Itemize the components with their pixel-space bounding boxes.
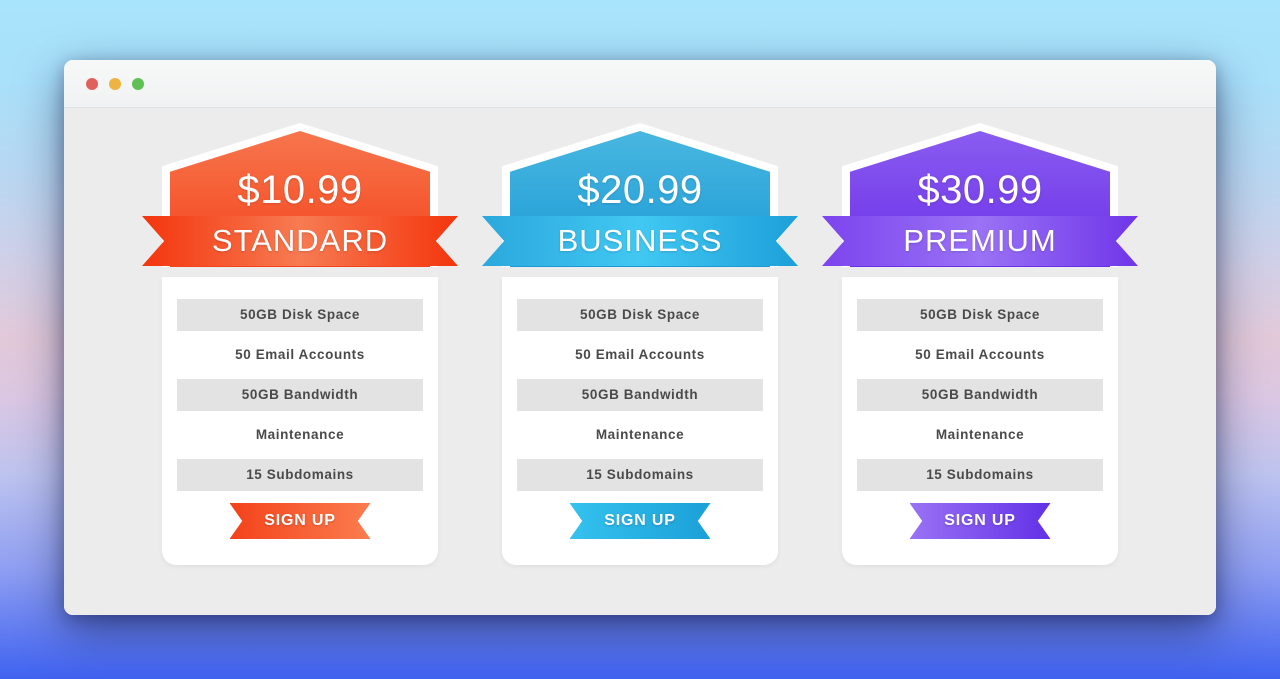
pricing-card-standard: $10.99 STANDARD 50GB Disk Space 50 Email Ac… [142, 123, 458, 565]
feature-row: Maintenance [857, 419, 1103, 451]
plan-price: $10.99 [237, 168, 363, 212]
signup-button-wrap: SIGN UP [857, 503, 1103, 539]
plan-header-business: $20.99 BUSINESS [482, 123, 798, 278]
feature-row: 50GB Disk Space [857, 299, 1103, 331]
plan-ribbon: PREMIUM [822, 216, 1138, 266]
traffic-light-group [86, 77, 144, 90]
browser-title-bar [64, 60, 1216, 108]
plan-name: BUSINESS [557, 223, 723, 258]
feature-row: 50GB Bandwidth [177, 379, 423, 411]
feature-row: 50 Email Accounts [857, 339, 1103, 371]
pricing-card-premium: $30.99 PREMIUM 50GB Disk Space 50 Email Acc… [822, 123, 1138, 565]
plan-body-business: 50GB Disk Space 50 Email Accounts 50GB Ban… [502, 277, 778, 565]
pricing-table: $10.99 STANDARD 50GB Disk Space 50 Email Ac… [64, 108, 1216, 615]
browser-window: $10.99 STANDARD 50GB Disk Space 50 Email Ac… [64, 60, 1216, 615]
feature-row: 50GB Bandwidth [857, 379, 1103, 411]
minimize-dot[interactable] [109, 77, 121, 90]
feature-row: 50 Email Accounts [517, 339, 763, 371]
plan-ribbon: STANDARD [142, 216, 458, 266]
plan-price: $30.99 [917, 168, 1043, 212]
signup-button-business[interactable]: SIGN UP [569, 503, 711, 539]
feature-row: 15 Subdomains [177, 459, 423, 491]
plan-header-premium: $30.99 PREMIUM [822, 123, 1138, 278]
signup-button-wrap: SIGN UP [517, 503, 763, 539]
feature-row: 50 Email Accounts [177, 339, 423, 371]
signup-button-standard[interactable]: SIGN UP [229, 503, 371, 539]
signup-button-premium[interactable]: SIGN UP [909, 503, 1051, 539]
feature-row: 15 Subdomains [517, 459, 763, 491]
close-dot[interactable] [86, 77, 98, 90]
signup-button-wrap: SIGN UP [177, 503, 423, 539]
plan-body-premium: 50GB Disk Space 50 Email Accounts 50GB Ban… [842, 277, 1118, 565]
plan-header-standard: $10.99 STANDARD [142, 123, 458, 278]
plan-ribbon: BUSINESS [482, 216, 798, 266]
plan-name: STANDARD [211, 223, 389, 258]
feature-row: 15 Subdomains [857, 459, 1103, 491]
feature-row: 50GB Disk Space [517, 299, 763, 331]
feature-row: Maintenance [177, 419, 423, 451]
feature-row: Maintenance [517, 419, 763, 451]
feature-row: 50GB Bandwidth [517, 379, 763, 411]
plan-name: PREMIUM [903, 223, 1057, 258]
maximize-dot[interactable] [132, 77, 144, 90]
feature-row: 50GB Disk Space [177, 299, 423, 331]
pricing-card-business: $20.99 BUSINESS 50GB Disk Space 50 Email Ac… [482, 123, 798, 565]
plan-body-standard: 50GB Disk Space 50 Email Accounts 50GB Ban… [162, 277, 438, 565]
plan-price: $20.99 [577, 168, 703, 212]
